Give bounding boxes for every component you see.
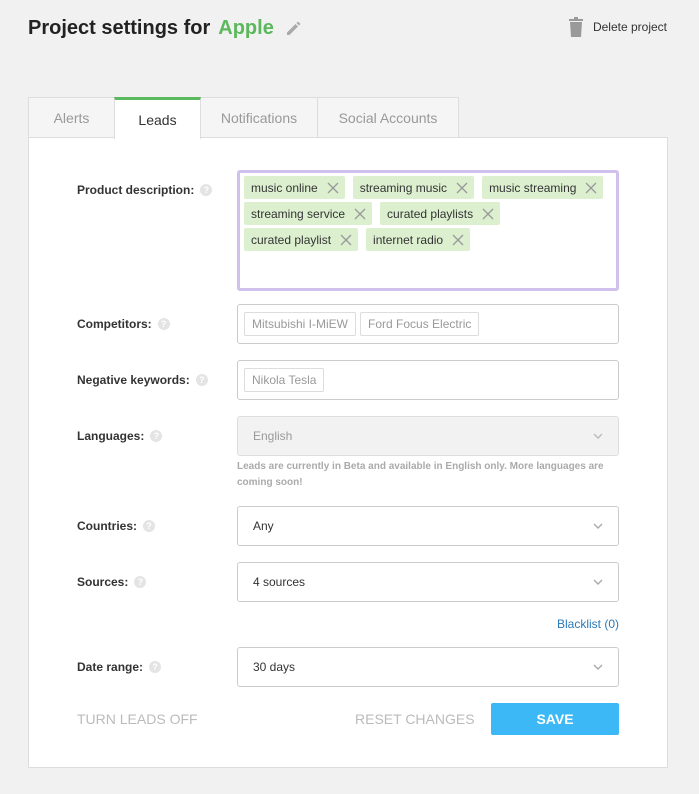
remove-tag-icon[interactable] bbox=[585, 182, 597, 194]
countries-label: Countries: ? bbox=[77, 519, 155, 533]
keyword-tag-label: curated playlist bbox=[251, 232, 332, 247]
sources-label: Sources: ? bbox=[77, 575, 147, 589]
competitors-input[interactable]: Mitsubishi I-MiEW Ford Focus Electric bbox=[237, 304, 619, 344]
competitors-label: Competitors: ? bbox=[77, 317, 170, 331]
help-icon[interactable]: ? bbox=[195, 374, 208, 386]
help-icon[interactable]: ? bbox=[150, 430, 163, 442]
countries-select[interactable]: Any bbox=[237, 506, 619, 546]
languages-select: English bbox=[237, 416, 619, 456]
help-icon[interactable]: ? bbox=[143, 520, 155, 532]
date-range-label: Date range: ? bbox=[77, 660, 162, 674]
keyword-tag-label: curated playlists bbox=[387, 206, 474, 221]
help-icon[interactable]: ? bbox=[157, 318, 170, 330]
chevron-down-icon bbox=[593, 433, 603, 439]
keyword-tag-label: music streaming bbox=[489, 180, 577, 195]
keyword-tag: internet radio bbox=[366, 228, 471, 251]
keyword-tag: curated playlist bbox=[244, 228, 359, 251]
negative-keyword-chip[interactable]: Nikola Tesla bbox=[244, 368, 325, 392]
help-icon[interactable]: ? bbox=[134, 576, 147, 588]
turn-leads-off-button[interactable]: TURN LEADS OFF bbox=[77, 711, 198, 727]
sources-label-text: Sources: bbox=[77, 575, 129, 589]
remove-tag-icon[interactable] bbox=[482, 208, 494, 220]
product-description-label: Product description: ? bbox=[77, 183, 213, 197]
blacklist-link[interactable]: Blacklist (0) bbox=[557, 617, 619, 631]
remove-tag-icon[interactable] bbox=[354, 208, 366, 220]
save-button[interactable]: SAVE bbox=[491, 703, 619, 735]
delete-project-label: Delete project bbox=[592, 20, 667, 34]
trash-icon bbox=[568, 17, 584, 37]
languages-value: English bbox=[253, 429, 293, 443]
remove-tag-icon[interactable] bbox=[452, 234, 464, 246]
keyword-tag-label: internet radio bbox=[373, 232, 444, 247]
competitors-label-text: Competitors: bbox=[77, 317, 152, 331]
countries-label-text: Countries: bbox=[77, 519, 137, 533]
reset-changes-button[interactable]: RESET CHANGES bbox=[355, 711, 475, 727]
keyword-tag-label: streaming music bbox=[359, 180, 448, 195]
languages-hint: Leads are currently in Beta and availabl… bbox=[237, 461, 604, 488]
tab-leads[interactable]: Leads bbox=[114, 97, 201, 139]
chevron-down-icon bbox=[593, 523, 603, 529]
languages-label: Languages: ? bbox=[77, 429, 163, 443]
chevron-down-icon bbox=[593, 664, 603, 670]
keyword-tag-label: music online bbox=[251, 180, 318, 195]
settings-tabs: Alerts Leads Notifications Social Accoun… bbox=[28, 97, 459, 139]
product-description-label-text: Product description: bbox=[77, 183, 195, 197]
date-range-label-text: Date range: bbox=[77, 660, 144, 674]
sources-select[interactable]: 4 sources bbox=[237, 562, 619, 602]
negative-keywords-label: Negative keywords: ? bbox=[77, 373, 208, 387]
help-icon[interactable]: ? bbox=[200, 184, 213, 196]
delete-project-button[interactable]: Delete project bbox=[568, 17, 667, 37]
help-icon[interactable]: ? bbox=[149, 661, 162, 673]
competitor-chip[interactable]: Ford Focus Electric bbox=[360, 312, 480, 336]
pencil-icon[interactable] bbox=[284, 18, 304, 38]
page-title: Project settings for bbox=[28, 16, 211, 39]
keyword-tag: music online bbox=[244, 176, 345, 199]
negative-keywords-label-text: Negative keywords: bbox=[77, 373, 190, 387]
keyword-tag: curated playlists bbox=[380, 202, 501, 225]
tab-social-accounts[interactable]: Social Accounts bbox=[317, 97, 459, 138]
negative-keywords-input[interactable]: Nikola Tesla bbox=[237, 360, 619, 400]
languages-label-text: Languages: bbox=[77, 429, 145, 443]
date-range-select[interactable]: 30 days bbox=[237, 647, 619, 687]
keyword-tag: streaming service bbox=[244, 202, 373, 225]
chevron-down-icon bbox=[593, 579, 603, 585]
leads-settings-panel: Product description: ? music online strea… bbox=[28, 137, 668, 768]
tab-notifications[interactable]: Notifications bbox=[200, 97, 318, 138]
product-description-input[interactable]: music online streaming music music streami… bbox=[237, 170, 619, 291]
keyword-tag: streaming music bbox=[352, 176, 475, 199]
remove-tag-icon[interactable] bbox=[456, 182, 468, 194]
countries-value: Any bbox=[253, 519, 274, 533]
keyword-tag: music streaming bbox=[482, 176, 604, 199]
keyword-tag-label: streaming service bbox=[251, 206, 346, 221]
competitor-chip[interactable]: Mitsubishi I-MiEW bbox=[244, 312, 357, 336]
remove-tag-icon[interactable] bbox=[340, 234, 352, 246]
tab-alerts[interactable]: Alerts bbox=[28, 97, 115, 138]
sources-value: 4 sources bbox=[253, 575, 306, 589]
date-range-value: 30 days bbox=[253, 660, 296, 674]
remove-tag-icon[interactable] bbox=[327, 182, 339, 194]
page-header: Project settings for Apple bbox=[28, 14, 304, 42]
project-name: Apple bbox=[218, 16, 274, 39]
